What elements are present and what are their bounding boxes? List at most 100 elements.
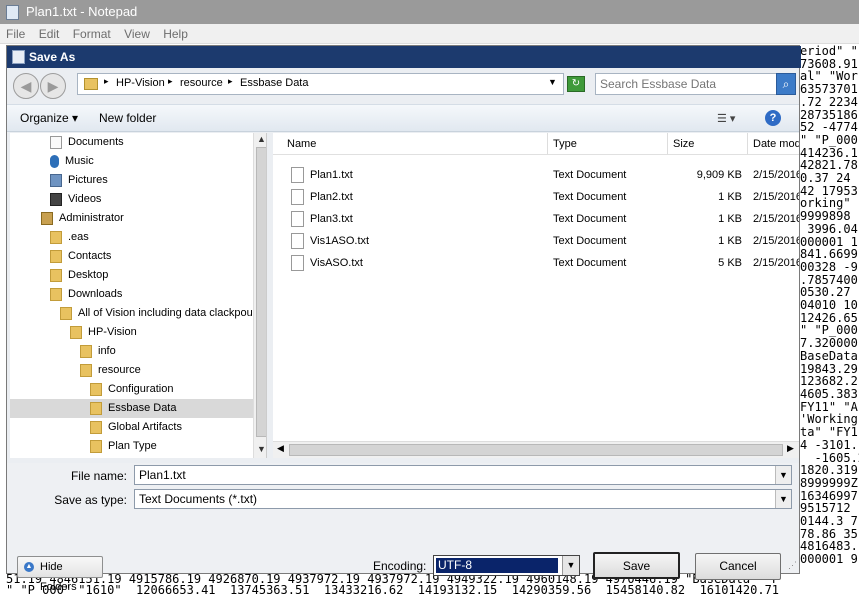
tree-item-configuration[interactable]: Configuration bbox=[90, 380, 173, 399]
file-list-scrollbar[interactable]: ◀ ▶ bbox=[273, 441, 799, 458]
folder-icon bbox=[60, 306, 72, 320]
tree-item-hp-vision[interactable]: HP-Vision bbox=[70, 323, 137, 342]
scroll-up-icon[interactable]: ▲ bbox=[257, 134, 266, 144]
chevron-right-icon[interactable]: ▸ bbox=[168, 76, 173, 87]
cancel-button[interactable]: Cancel bbox=[695, 553, 781, 580]
tree-item-documents[interactable]: Documents bbox=[50, 133, 124, 152]
tree-scrollbar[interactable]: ▲ ▼ bbox=[253, 133, 266, 458]
column-header-name[interactable]: Name bbox=[273, 133, 548, 155]
file-size: 1 KB bbox=[718, 213, 742, 225]
tree-item-resource[interactable]: resource bbox=[80, 361, 141, 380]
chevron-right-icon[interactable]: ▸ bbox=[228, 76, 233, 87]
tree-item-music[interactable]: Music bbox=[50, 152, 94, 171]
tree-item-info[interactable]: info bbox=[80, 342, 116, 361]
tree-item-label: Contacts bbox=[68, 250, 112, 262]
file-name: Plan2.txt bbox=[310, 191, 353, 203]
folder-icon bbox=[84, 78, 98, 90]
address-bar[interactable]: ▸ HP-Vision ▸ resource ▸ Essbase Data ▼ bbox=[77, 73, 564, 95]
refresh-button[interactable]: ↻ bbox=[567, 76, 585, 92]
file-size: 5 KB bbox=[718, 257, 742, 269]
column-header-date[interactable]: Date modif bbox=[748, 133, 799, 155]
encoding-select[interactable]: UTF-8 ▼ bbox=[433, 555, 580, 576]
file-type: Text Document bbox=[553, 169, 627, 181]
tree-item-pictures[interactable]: Pictures bbox=[50, 171, 108, 190]
tree-item-label: Documents bbox=[68, 136, 124, 148]
column-header-size[interactable]: Size bbox=[668, 133, 748, 155]
breadcrumb-essbase-data[interactable]: Essbase Data bbox=[240, 77, 308, 89]
organize-button[interactable]: Organize ▾ bbox=[20, 111, 78, 125]
tree-item-essbase-data[interactable]: Essbase Data bbox=[90, 399, 176, 418]
downloads-icon bbox=[50, 287, 62, 301]
chevron-up-icon: ▲ bbox=[24, 562, 34, 572]
file-type: Text Document bbox=[553, 257, 627, 269]
scroll-down-icon[interactable]: ▼ bbox=[257, 444, 266, 454]
tree-item-contacts[interactable]: Contacts bbox=[50, 247, 111, 266]
tree-item-plan-type[interactable]: Plan Type bbox=[90, 437, 157, 456]
search-box[interactable]: ⌕ bbox=[595, 73, 796, 95]
tree-item-global-artifacts[interactable]: Global Artifacts bbox=[90, 418, 182, 437]
tree-item-label: Desktop bbox=[68, 269, 109, 281]
file-row[interactable]: Plan1.txt Text Document 9,909 KB 2/15/20… bbox=[273, 164, 799, 186]
file-name: Plan3.txt bbox=[310, 213, 353, 225]
search-input[interactable] bbox=[600, 77, 770, 91]
file-row[interactable]: Plan3.txt Text Document 1 KB 2/15/2016 bbox=[273, 208, 799, 230]
desktop-icon bbox=[50, 268, 62, 282]
save-button[interactable]: Save bbox=[593, 552, 680, 579]
encoding-dropdown-icon[interactable]: ▼ bbox=[562, 556, 579, 575]
tree-item-downloads[interactable]: Downloads bbox=[50, 285, 122, 304]
hide-folders-button[interactable]: ▲ Hide Folders bbox=[17, 556, 103, 593]
scrollbar-thumb[interactable] bbox=[289, 444, 783, 456]
file-row[interactable]: VisASO.txt Text Document 5 KB 2/15/2016 bbox=[273, 252, 799, 274]
tree-item-label: Configuration bbox=[108, 383, 174, 395]
tree-item-desktop[interactable]: Desktop bbox=[50, 266, 108, 285]
resize-grip-icon[interactable]: ⋰ bbox=[788, 560, 797, 571]
back-button[interactable]: ◀ bbox=[13, 73, 39, 99]
folder-icon bbox=[90, 420, 102, 434]
tree-item-label: Music bbox=[65, 155, 94, 167]
menu-file[interactable]: File bbox=[2, 24, 29, 44]
folder-icon bbox=[90, 401, 102, 415]
tree-item-eas[interactable]: .eas bbox=[50, 228, 89, 247]
scroll-left-icon[interactable]: ◀ bbox=[277, 443, 284, 454]
forward-button[interactable]: ▶ bbox=[40, 73, 66, 99]
folder-icon bbox=[80, 363, 92, 377]
scrollbar-thumb[interactable] bbox=[256, 147, 266, 437]
text-file-icon bbox=[291, 189, 304, 205]
tree-item-administrator[interactable]: Administrator bbox=[41, 209, 124, 228]
folder-icon bbox=[70, 325, 82, 339]
menu-format[interactable]: Format bbox=[69, 24, 115, 44]
file-row[interactable]: Vis1ASO.txt Text Document 1 KB 2/15/2016 bbox=[273, 230, 799, 252]
menu-help[interactable]: Help bbox=[159, 24, 192, 44]
tree-item-label: HP-Vision bbox=[88, 326, 137, 338]
tree-item-label: .eas bbox=[68, 231, 89, 243]
file-date: 2/15/2016 bbox=[753, 213, 799, 225]
scroll-right-icon[interactable]: ▶ bbox=[787, 443, 794, 454]
back-arrow-icon: ◀ bbox=[20, 78, 32, 94]
menu-view[interactable]: View bbox=[120, 24, 154, 44]
text-file-icon bbox=[291, 255, 304, 271]
file-row[interactable]: Plan2.txt Text Document 1 KB 2/15/2016 bbox=[273, 186, 799, 208]
chevron-right-icon[interactable]: ▸ bbox=[104, 76, 109, 87]
breadcrumb-resource[interactable]: resource bbox=[180, 77, 223, 89]
save-as-type-dropdown-icon[interactable]: ▼ bbox=[775, 490, 791, 508]
column-header-type[interactable]: Type bbox=[548, 133, 668, 155]
new-folder-button[interactable]: New folder bbox=[99, 111, 156, 125]
search-icon[interactable]: ⌕ bbox=[776, 73, 796, 95]
tree-item-all-of-vision[interactable]: All of Vision including data clackpour bbox=[60, 304, 256, 323]
help-icon[interactable]: ? bbox=[765, 110, 781, 126]
view-options-icon[interactable]: ☰ ▾ bbox=[717, 112, 735, 125]
tree-item-label: Administrator bbox=[59, 212, 124, 224]
file-size: 1 KB bbox=[718, 191, 742, 203]
breadcrumb-hp-vision[interactable]: HP-Vision bbox=[116, 77, 165, 89]
file-name: VisASO.txt bbox=[310, 257, 363, 269]
file-name-dropdown-icon[interactable]: ▼ bbox=[775, 466, 791, 484]
file-name: Plan1.txt bbox=[310, 169, 353, 181]
file-name-input[interactable]: Plan1.txt ▼ bbox=[134, 465, 792, 485]
save-as-type-select[interactable]: Text Documents (*.txt) ▼ bbox=[134, 489, 792, 509]
menu-edit[interactable]: Edit bbox=[35, 24, 64, 44]
file-date: 2/15/2016 bbox=[753, 169, 799, 181]
address-dropdown-icon[interactable]: ▼ bbox=[548, 77, 557, 87]
notepad-text-area[interactable]: eriod" " 73608.91 al" "Wor 63573701 .72 … bbox=[800, 44, 859, 574]
tree-item-label: All of Vision including data clackpour bbox=[78, 307, 257, 319]
tree-item-videos[interactable]: Videos bbox=[50, 190, 101, 209]
